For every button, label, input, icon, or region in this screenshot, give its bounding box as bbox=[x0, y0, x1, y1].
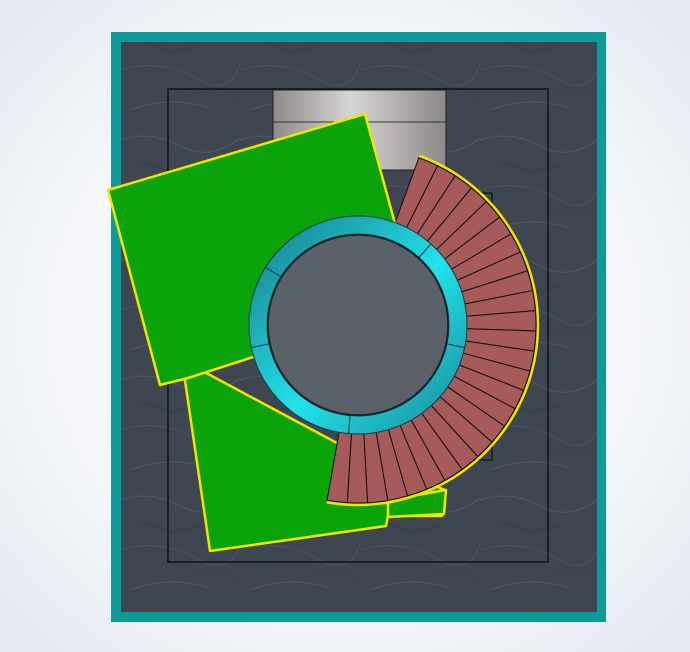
center-column[interactable] bbox=[267, 234, 449, 416]
stair-model-drawing[interactable] bbox=[0, 0, 690, 652]
cad-viewport[interactable] bbox=[0, 0, 690, 652]
